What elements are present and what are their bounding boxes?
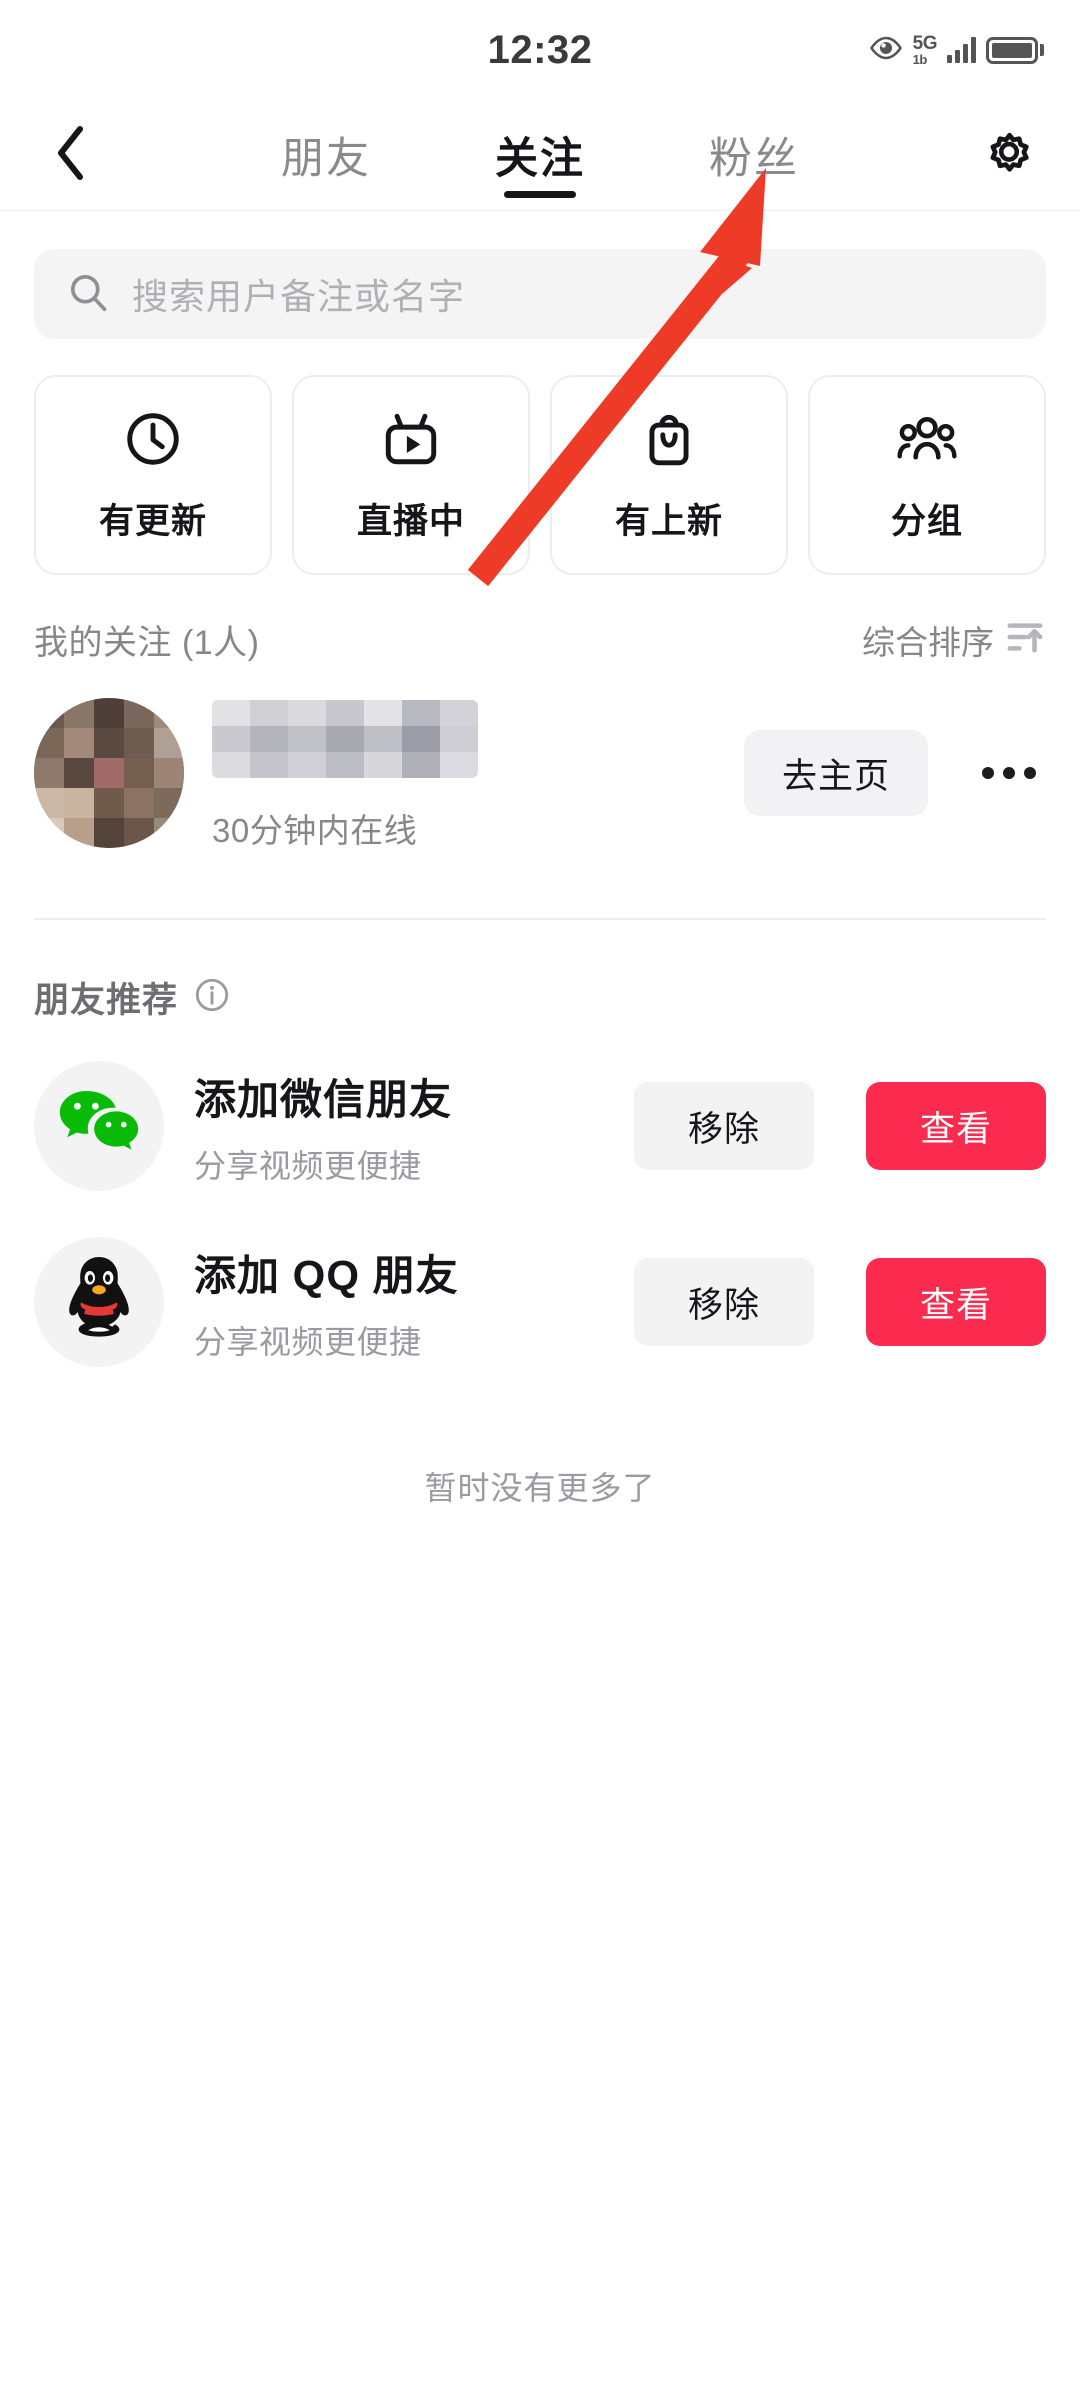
user-info: 30分钟内在线	[212, 694, 716, 852]
phone-screen: 12:32 5G 1b 朋友 关注 粉丝 搜索用户备注或名字 有更新 直播中 有…	[0, 0, 1080, 2400]
wechat-avatar	[34, 1061, 164, 1191]
tab-label: 关注	[495, 135, 585, 183]
view-label: 查看	[919, 1109, 992, 1149]
tab-bar: 朋友 关注 粉丝	[106, 100, 974, 210]
search-input[interactable]: 搜索用户备注或名字	[34, 249, 1046, 339]
avatar[interactable]	[34, 698, 184, 848]
recommend-title: 朋友推荐	[34, 981, 179, 1020]
recommend-item-wechat[interactable]: 添加微信朋友 分享视频更便捷 移除 查看	[0, 1023, 1080, 1191]
tab-label: 粉丝	[709, 135, 799, 183]
more-dots-icon[interactable]	[956, 767, 1046, 779]
settings-button[interactable]	[974, 120, 1044, 190]
live-tv-icon	[380, 407, 442, 471]
go-to-homepage-button[interactable]: 去主页	[743, 730, 928, 816]
card-live[interactable]: 直播中	[292, 375, 530, 575]
dismiss-label: 移除	[687, 1285, 760, 1325]
gear-icon	[980, 124, 1038, 187]
recommend-text: 添加 QQ 朋友 分享视频更便捷	[194, 1242, 604, 1363]
qq-penguin-icon	[59, 1253, 139, 1352]
recommend-desc: 分享视频更便捷	[194, 1147, 422, 1184]
wechat-icon	[57, 1087, 141, 1166]
following-section-header: 我的关注 (1人) 综合排序	[0, 575, 1080, 664]
quick-action-cards: 有更新 直播中 有上新 分组	[0, 339, 1080, 575]
username-redacted	[212, 700, 478, 778]
tab-following[interactable]: 关注	[433, 100, 647, 210]
signal-bars-icon	[947, 37, 976, 63]
card-groups[interactable]: 分组	[808, 375, 1046, 575]
chevron-left-icon	[53, 123, 89, 188]
blurred-avatar-image	[34, 698, 184, 848]
tab-label: 朋友	[281, 135, 371, 183]
card-label: 分组	[890, 501, 963, 541]
tab-fans[interactable]: 粉丝	[647, 100, 861, 210]
recommend-desc: 分享视频更便捷	[194, 1323, 422, 1360]
user-online-status: 30分钟内在线	[212, 812, 418, 849]
view-label: 查看	[919, 1285, 992, 1325]
info-circle-icon[interactable]	[194, 977, 230, 1018]
go-to-homepage-label: 去主页	[781, 756, 890, 796]
status-bar-icons: 5G 1b	[869, 34, 1044, 66]
clock-icon	[122, 407, 184, 471]
search-section: 搜索用户备注或名字	[0, 211, 1080, 339]
recommend-section-header: 朋友推荐	[0, 920, 1080, 1023]
dismiss-button[interactable]: 移除	[634, 1082, 814, 1170]
following-count-label: 我的关注 (1人)	[34, 624, 260, 662]
sort-label: 综合排序	[862, 623, 994, 661]
recommend-item-qq[interactable]: 添加 QQ 朋友 分享视频更便捷 移除 查看	[0, 1191, 1080, 1367]
status-bar: 12:32 5G 1b	[0, 0, 1080, 100]
qq-avatar	[34, 1237, 164, 1367]
tab-friends[interactable]: 朋友	[219, 100, 433, 210]
card-label: 有上新	[614, 501, 723, 541]
card-new-items[interactable]: 有上新	[550, 375, 788, 575]
card-label: 直播中	[356, 501, 465, 541]
shopping-bag-icon	[638, 407, 700, 471]
search-icon	[66, 270, 110, 319]
people-group-icon	[895, 407, 959, 471]
dismiss-button[interactable]: 移除	[634, 1258, 814, 1346]
recommend-name: 添加 QQ 朋友	[194, 1251, 459, 1299]
eye-icon	[869, 35, 903, 66]
recommend-text: 添加微信朋友 分享视频更便捷	[194, 1066, 604, 1187]
card-updates[interactable]: 有更新	[34, 375, 272, 575]
card-label: 有更新	[98, 501, 207, 541]
back-button[interactable]	[36, 120, 106, 190]
dismiss-label: 移除	[687, 1109, 760, 1149]
recommend-name: 添加微信朋友	[194, 1075, 453, 1123]
sort-filter-icon	[1004, 618, 1046, 661]
view-button[interactable]: 查看	[866, 1258, 1046, 1346]
search-placeholder: 搜索用户备注或名字	[132, 276, 466, 317]
following-user-row[interactable]: 30分钟内在线 去主页	[0, 664, 1080, 852]
status-bar-clock: 12:32	[487, 27, 593, 72]
battery-icon	[986, 36, 1044, 64]
end-of-list-label: 暂时没有更多了	[424, 1470, 656, 1506]
navigation-bar: 朋友 关注 粉丝	[0, 100, 1080, 210]
network-type-label: 5G 1b	[912, 33, 938, 67]
view-button[interactable]: 查看	[866, 1082, 1046, 1170]
tab-underline	[504, 191, 576, 198]
sort-control[interactable]: 综合排序	[862, 616, 1046, 664]
